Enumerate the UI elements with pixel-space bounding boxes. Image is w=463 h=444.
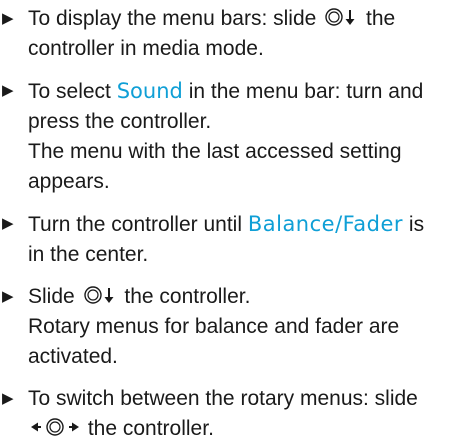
step-line: To switch between the rotary menus: slid… [28,387,418,410]
step-result-line: The menu with the last accessed setting [28,140,402,163]
menu-item-balance-fader-highlight: Balance/Fader [247,212,404,236]
controller-slide-down-icon [83,285,117,305]
step-result-line: appears. [28,170,110,193]
bullet-triangle-icon: ▶ [2,288,14,305]
bullet-triangle-icon: ▶ [2,390,14,407]
step-result-line: activated. [28,345,118,368]
instruction-step-balance-fader: ▶ Turn the controller until Balance/Fade… [2,209,463,270]
step-line: Turn the controller until Balance/Fader … [28,209,457,240]
step-text-fragment: the controller. [118,285,251,308]
instruction-page: ▶ To display the menu bars: slide the co… [0,0,463,440]
step-line: To display the menu bars: slide the [28,4,457,34]
step-text: Slide the controller. Rotary menus for b… [28,282,463,372]
controller-slide-left-right-icon [30,417,80,437]
controller-slide-down-icon [324,7,358,27]
step-text-fragment: the [360,7,396,30]
step-text: Turn the controller until Balance/Fader … [28,209,463,270]
step-result-line: Rotary menus for balance and fader are [28,315,400,338]
instruction-step-switch-rotary-menus: ▶ To switch between the rotary menus: sl… [2,384,463,444]
step-text-fragment: the controller. [82,417,214,440]
step-text-fragment: To select [28,80,117,103]
step-text-fragment: Slide [28,285,81,308]
step-line: in the center. [28,243,149,266]
step-line: To select Sound in the menu bar: turn an… [28,76,457,107]
step-text-fragment: To display the menu bars: slide [28,7,323,30]
bullet-triangle-icon: ▶ [2,215,14,232]
step-line: controller in media mode. [28,37,264,60]
step-text: To display the menu bars: slide the cont… [28,4,463,64]
menu-item-sound-highlight: Sound [116,79,183,103]
step-line: Slide the controller. [28,282,457,312]
step-text: To select Sound in the menu bar: turn an… [28,76,463,197]
instruction-step-select-sound: ▶ To select Sound in the menu bar: turn … [2,76,463,197]
bullet-triangle-icon: ▶ [2,82,14,99]
instruction-step-activate-rotary-menus: ▶ Slide the controller. Rotary menus for… [2,282,463,372]
step-text-fragment: in the menu bar: turn and [182,80,424,103]
step-text-fragment: is [403,213,425,236]
step-text-fragment: Turn the controller until [28,213,248,236]
step-text: To switch between the rotary menus: slid… [28,384,463,444]
instruction-step-display-menu-bars: ▶ To display the menu bars: slide the co… [2,4,463,64]
step-line: the controller. [28,414,457,444]
step-line: press the controller. [28,110,212,133]
bullet-triangle-icon: ▶ [2,10,14,27]
